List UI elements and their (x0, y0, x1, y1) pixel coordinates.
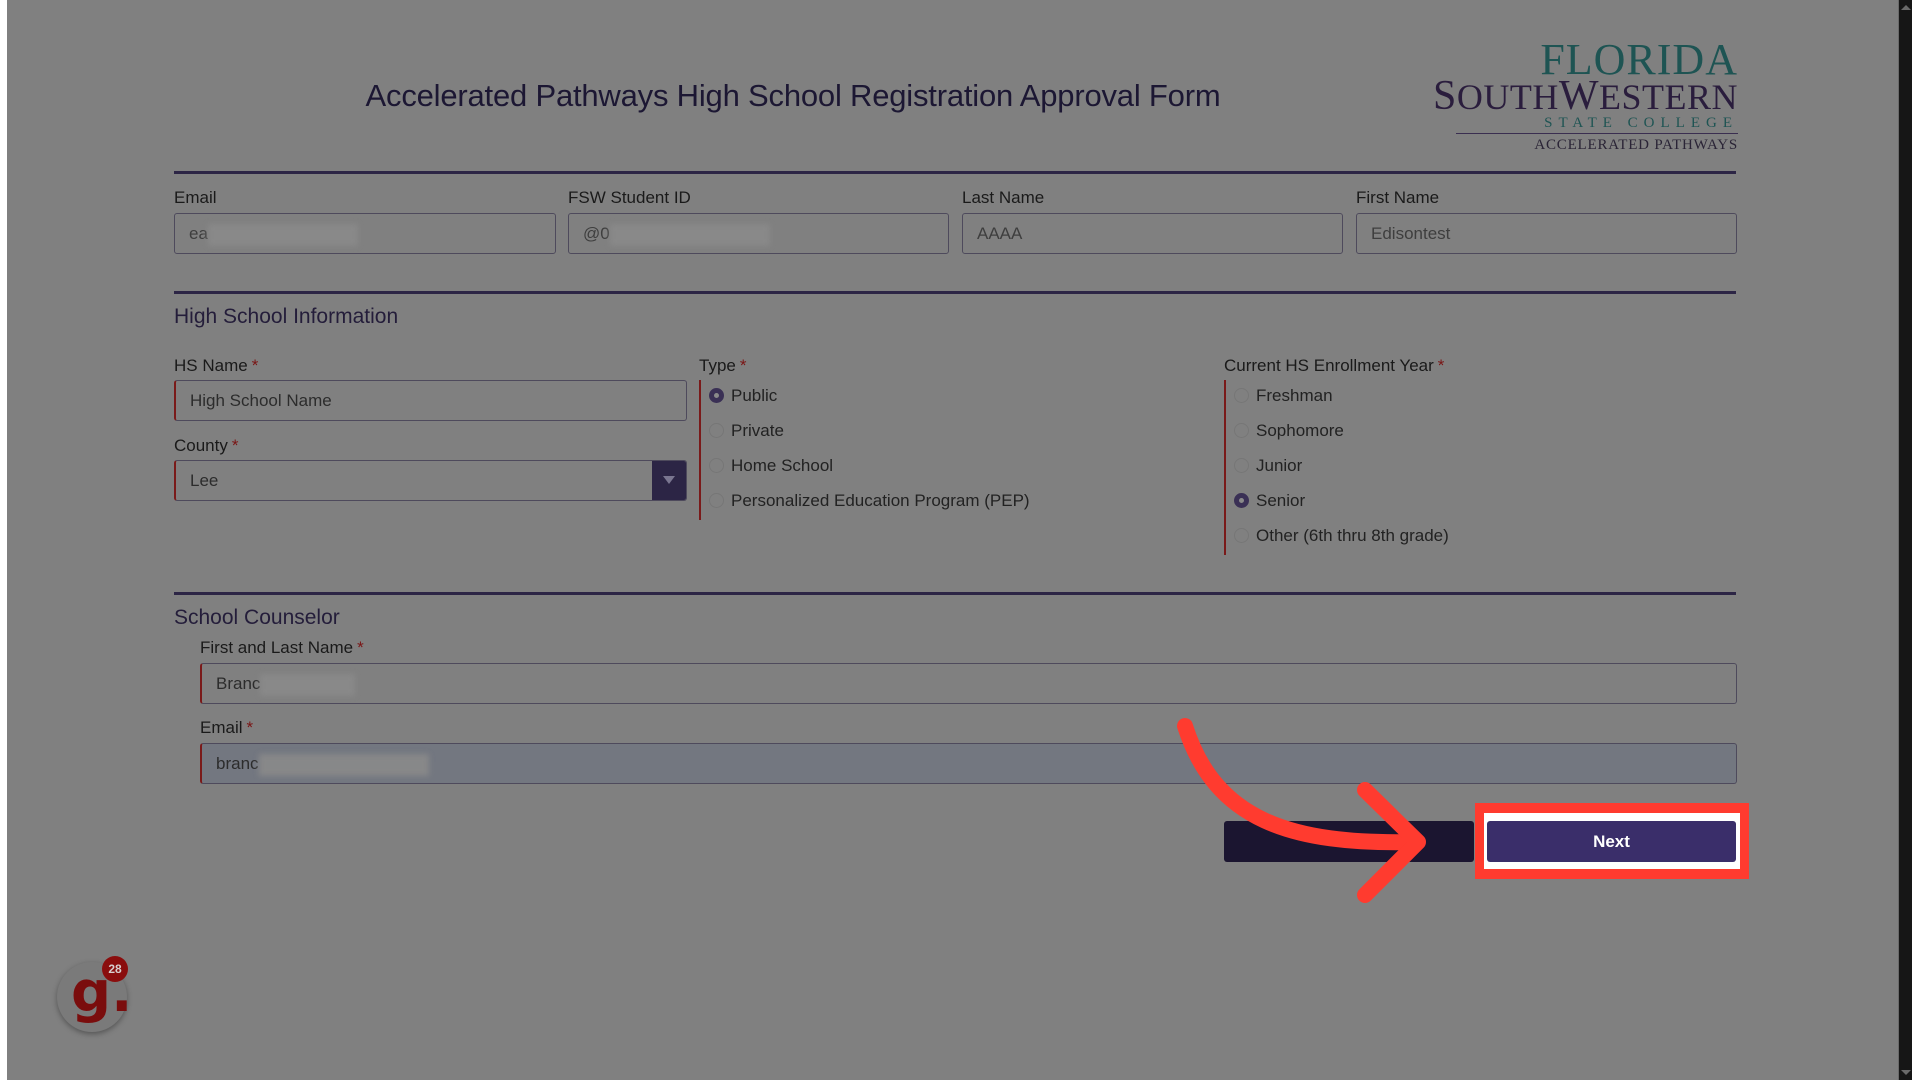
required-mark: * (246, 718, 254, 737)
required-mark: * (231, 436, 239, 455)
back-button[interactable] (1224, 821, 1474, 862)
required-mark: * (251, 356, 259, 375)
radio-icon[interactable] (1234, 388, 1249, 403)
counselor-email-label: Email * (200, 718, 254, 737)
county-select[interactable]: Lee (174, 460, 687, 501)
logo-rule (1456, 133, 1738, 134)
counselor-name-field[interactable]: Branc (200, 663, 1737, 704)
redacted-blur (258, 753, 429, 776)
section-divider (174, 592, 1736, 595)
radio-icon[interactable] (1234, 458, 1249, 473)
redacted-blur (260, 673, 356, 696)
hs-name-label: HS Name * (174, 356, 259, 375)
counselor-email-field[interactable]: branc (200, 743, 1737, 784)
redacted-blur (207, 223, 358, 246)
header-divider (174, 171, 1736, 174)
vertical-scrollbar[interactable] (1898, 0, 1913, 1080)
window-edge (1912, 0, 1920, 1080)
logo-accelerated-pathways: ACCELERATED PATHWAYS (1534, 137, 1738, 153)
radio-icon[interactable] (709, 423, 724, 438)
required-mark: * (739, 356, 747, 375)
notification-count-badge: 28 (102, 956, 128, 982)
type-label: Type * (699, 356, 747, 375)
student-id-field[interactable]: @0 (568, 213, 949, 254)
county-label: County * (174, 436, 239, 455)
school-counselor-heading: School Counselor (174, 606, 340, 629)
window-edge (0, 0, 7, 1080)
email-field[interactable]: ea (174, 213, 556, 254)
high-school-heading: High School Information (174, 305, 399, 328)
email-label: Email (174, 188, 217, 207)
scroll-up-icon[interactable] (1901, 5, 1911, 10)
radio-icon[interactable] (1234, 528, 1249, 543)
scroll-down-icon[interactable] (1901, 1070, 1911, 1075)
enrollment-year-label: Current HS Enrollment Year * (1224, 356, 1445, 375)
first-name-field[interactable]: Edisontest (1356, 213, 1737, 254)
counselor-name-label: First and Last Name * (200, 638, 364, 657)
next-button[interactable]: Next (1487, 821, 1736, 862)
required-mark: * (357, 638, 364, 657)
required-mark: * (1437, 356, 1445, 375)
last-name-label: Last Name (962, 188, 1045, 207)
type-radio-group: Public Private Home School Personalized … (699, 380, 1061, 520)
redacted-blur (609, 223, 770, 246)
enrollment-radio-group: Freshman Sophomore Junior Senior Other (… (1224, 380, 1546, 555)
section-divider (174, 291, 1736, 294)
radio-icon[interactable] (1234, 423, 1249, 438)
dropdown-button[interactable] (652, 461, 686, 500)
chevron-down-icon (663, 476, 675, 484)
last-name-field[interactable]: AAAA (962, 213, 1343, 254)
form-page (7, 0, 1898, 1080)
radio-checked-icon[interactable] (1234, 493, 1249, 508)
logo-state-college: STATE COLLEGE (1544, 115, 1738, 131)
student-id-label: FSW Student ID (568, 188, 691, 207)
radio-icon[interactable] (709, 493, 724, 508)
radio-icon[interactable] (709, 458, 724, 473)
logo-southwestern: SOUTHWESTERN (1432, 73, 1738, 119)
first-name-label: First Name (1356, 188, 1440, 207)
fsw-logo: FLORIDA SOUTHWESTERN STATE COLLEGE ACCEL… (1433, 38, 1738, 158)
radio-checked-icon[interactable] (709, 388, 724, 403)
hs-name-field[interactable]: High School Name (174, 380, 687, 421)
guide-widget-button[interactable]: g. 28 (57, 956, 132, 1032)
page-title: Accelerated Pathways High School Registr… (365, 78, 1221, 113)
